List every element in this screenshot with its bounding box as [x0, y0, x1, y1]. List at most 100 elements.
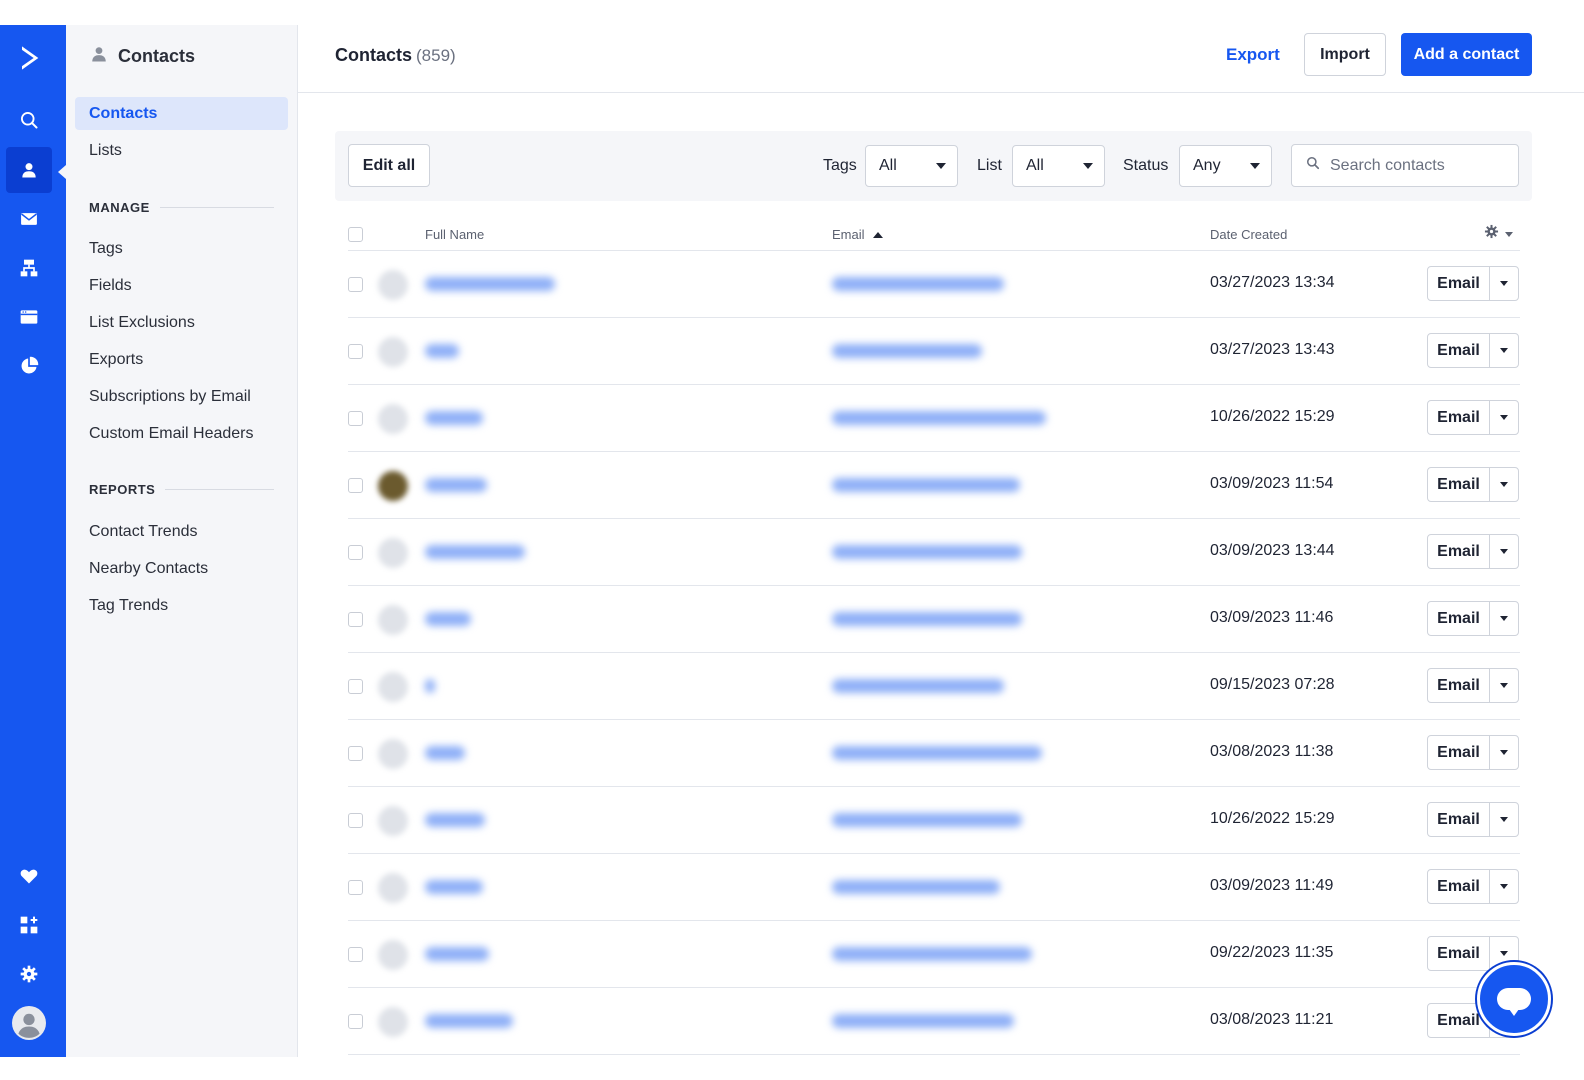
contact-email-link[interactable] [832, 813, 1022, 827]
edit-all-button[interactable]: Edit all [348, 144, 430, 187]
automations-icon[interactable] [6, 245, 52, 291]
contact-email-link[interactable] [832, 411, 1046, 425]
email-action-button[interactable]: Email [1428, 334, 1490, 367]
contact-name-link[interactable] [425, 880, 483, 894]
row-checkbox[interactable] [348, 411, 363, 426]
email-action-button[interactable]: Email [1428, 937, 1490, 970]
import-button[interactable]: Import [1304, 33, 1386, 76]
row-checkbox[interactable] [348, 344, 363, 359]
email-action-dropdown[interactable] [1490, 334, 1518, 367]
contact-email-link[interactable] [832, 545, 1022, 559]
email-action-button[interactable]: Email [1428, 267, 1490, 300]
contact-email-link[interactable] [832, 612, 1022, 626]
site-icon[interactable] [6, 294, 52, 340]
logo-icon[interactable] [6, 35, 52, 81]
email-action-dropdown[interactable] [1490, 468, 1518, 501]
add-contact-button[interactable]: Add a contact [1401, 33, 1532, 76]
row-checkbox[interactable] [348, 947, 363, 962]
row-checkbox[interactable] [348, 746, 363, 761]
table-row[interactable]: 09/15/2023 07:28 Email [348, 653, 1520, 720]
row-checkbox[interactable] [348, 545, 363, 560]
row-checkbox[interactable] [348, 1014, 363, 1029]
email-action-button[interactable]: Email [1428, 736, 1490, 769]
email-action-button[interactable]: Email [1428, 468, 1490, 501]
subnav-item-nearby-contacts[interactable]: Nearby Contacts [75, 552, 288, 585]
reports-icon[interactable] [6, 343, 52, 389]
heart-icon[interactable] [6, 853, 52, 899]
settings-icon[interactable] [6, 951, 52, 997]
apps-icon[interactable] [6, 902, 52, 948]
email-action-dropdown[interactable] [1490, 401, 1518, 434]
contact-email-link[interactable] [832, 344, 982, 358]
status-filter-select[interactable]: Any [1179, 145, 1272, 187]
contact-email-link[interactable] [832, 478, 1020, 492]
column-full-name[interactable]: Full Name [425, 227, 484, 242]
chat-button[interactable] [1477, 962, 1551, 1036]
table-row[interactable]: 10/26/2022 15:29 Email [348, 787, 1520, 854]
table-row[interactable]: 03/27/2023 13:34 Email [348, 251, 1520, 318]
contact-email-link[interactable] [832, 277, 1004, 291]
table-row[interactable]: 03/08/2023 11:21 Email [348, 988, 1520, 1055]
row-checkbox[interactable] [348, 612, 363, 627]
contact-name-link[interactable] [425, 813, 485, 827]
table-row[interactable]: 09/22/2023 11:35 Email [348, 921, 1520, 988]
subnav-item-contacts[interactable]: Contacts [75, 97, 288, 130]
email-action-button[interactable]: Email [1428, 870, 1490, 903]
email-action-button[interactable]: Email [1428, 803, 1490, 836]
contact-name-link[interactable] [425, 612, 471, 626]
table-row[interactable]: 03/08/2023 11:38 Email [348, 720, 1520, 787]
list-filter-select[interactable]: All [1012, 145, 1105, 187]
subnav-item-lists[interactable]: Lists [75, 134, 288, 167]
contact-name-link[interactable] [425, 746, 465, 760]
contact-name-link[interactable] [425, 1014, 513, 1028]
user-avatar-icon[interactable] [6, 1000, 52, 1046]
table-row[interactable]: 03/09/2023 11:49 Email [348, 854, 1520, 921]
row-checkbox[interactable] [348, 813, 363, 828]
email-action-dropdown[interactable] [1490, 602, 1518, 635]
subnav-item-tags[interactable]: Tags [75, 232, 288, 265]
select-all-checkbox[interactable] [348, 227, 363, 242]
row-checkbox[interactable] [348, 478, 363, 493]
subnav-item-custom-email-headers[interactable]: Custom Email Headers [75, 417, 288, 450]
subnav-item-subscriptions-by-email[interactable]: Subscriptions by Email [75, 380, 288, 413]
contact-name-link[interactable] [425, 679, 435, 693]
email-action-button[interactable]: Email [1428, 602, 1490, 635]
email-action-dropdown[interactable] [1490, 870, 1518, 903]
email-action-dropdown[interactable] [1490, 736, 1518, 769]
contact-name-link[interactable] [425, 411, 483, 425]
table-row[interactable]: 10/26/2022 15:29 Email [348, 385, 1520, 452]
search-icon[interactable] [6, 97, 52, 143]
contact-email-link[interactable] [832, 746, 1042, 760]
email-action-dropdown[interactable] [1490, 669, 1518, 702]
email-icon[interactable] [6, 196, 52, 242]
subnav-item-fields[interactable]: Fields [75, 269, 288, 302]
email-action-button[interactable]: Email [1428, 401, 1490, 434]
contact-email-link[interactable] [832, 1014, 1014, 1028]
subnav-item-exports[interactable]: Exports [75, 343, 288, 376]
contacts-icon[interactable] [6, 147, 52, 193]
subnav-item-tag-trends[interactable]: Tag Trends [75, 589, 288, 622]
contact-name-link[interactable] [425, 277, 555, 291]
email-action-dropdown[interactable] [1490, 803, 1518, 836]
contact-name-link[interactable] [425, 947, 489, 961]
column-email[interactable]: Email [832, 227, 883, 242]
row-checkbox[interactable] [348, 880, 363, 895]
table-row[interactable]: 03/09/2023 11:54 Email [348, 452, 1520, 519]
column-date-created[interactable]: Date Created [1210, 227, 1287, 242]
contact-name-link[interactable] [425, 545, 525, 559]
subnav-item-list-exclusions[interactable]: List Exclusions [75, 306, 288, 339]
table-row[interactable]: 03/09/2023 13:44 Email [348, 519, 1520, 586]
email-action-dropdown[interactable] [1490, 535, 1518, 568]
row-checkbox[interactable] [348, 679, 363, 694]
column-settings-button[interactable] [1484, 224, 1513, 244]
table-row[interactable]: 03/27/2023 13:43 Email [348, 318, 1520, 385]
email-action-button[interactable]: Email [1428, 535, 1490, 568]
email-action-dropdown[interactable] [1490, 267, 1518, 300]
contact-name-link[interactable] [425, 344, 459, 358]
row-checkbox[interactable] [348, 277, 363, 292]
contact-email-link[interactable] [832, 947, 1032, 961]
contact-email-link[interactable] [832, 880, 1000, 894]
subnav-item-contact-trends[interactable]: Contact Trends [75, 515, 288, 548]
table-row[interactable]: 03/09/2023 11:46 Email [348, 586, 1520, 653]
export-link[interactable]: Export [1226, 45, 1280, 65]
